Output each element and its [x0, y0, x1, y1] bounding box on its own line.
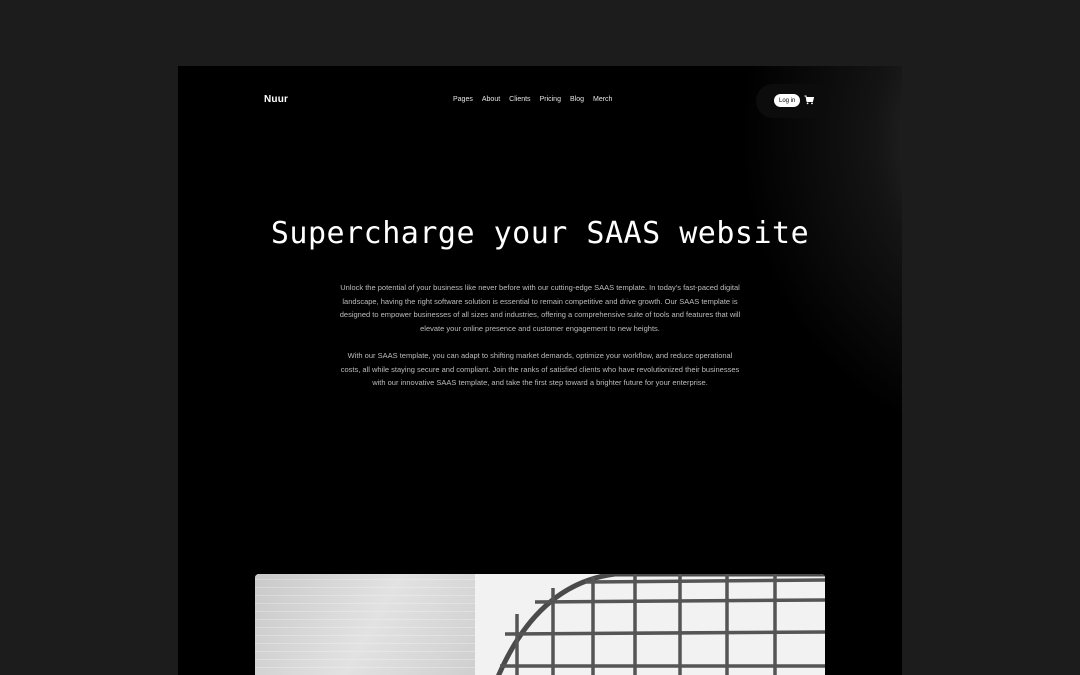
nav-link-about[interactable]: About — [482, 96, 500, 103]
brick-wall-image-area — [255, 574, 485, 675]
hero-paragraph-2: With our SAAS template, you can adapt to… — [340, 351, 740, 388]
nav-links: Pages About Clients Pricing Blog Merch — [453, 96, 612, 103]
website-frame: Nuur Pages About Clients Pricing Blog Me… — [178, 66, 902, 675]
nav-link-blog[interactable]: Blog — [570, 96, 584, 103]
top-navbar: Nuur Pages About Clients Pricing Blog Me… — [178, 84, 902, 118]
hero-image — [255, 574, 825, 675]
cart-icon[interactable] — [804, 95, 814, 105]
brand-logo[interactable]: Nuur — [264, 94, 288, 105]
background-glow — [738, 66, 902, 446]
nav-link-pages[interactable]: Pages — [453, 96, 473, 103]
nav-link-clients[interactable]: Clients — [509, 96, 530, 103]
hero-title: Supercharge your SAAS website — [270, 216, 810, 251]
hero-paragraph-1: Unlock the potential of your business li… — [339, 283, 741, 334]
login-button[interactable]: Log in — [774, 94, 801, 107]
nav-link-merch[interactable]: Merch — [593, 96, 612, 103]
nav-link-pricing[interactable]: Pricing — [540, 96, 561, 103]
window-grid-image — [475, 574, 825, 675]
